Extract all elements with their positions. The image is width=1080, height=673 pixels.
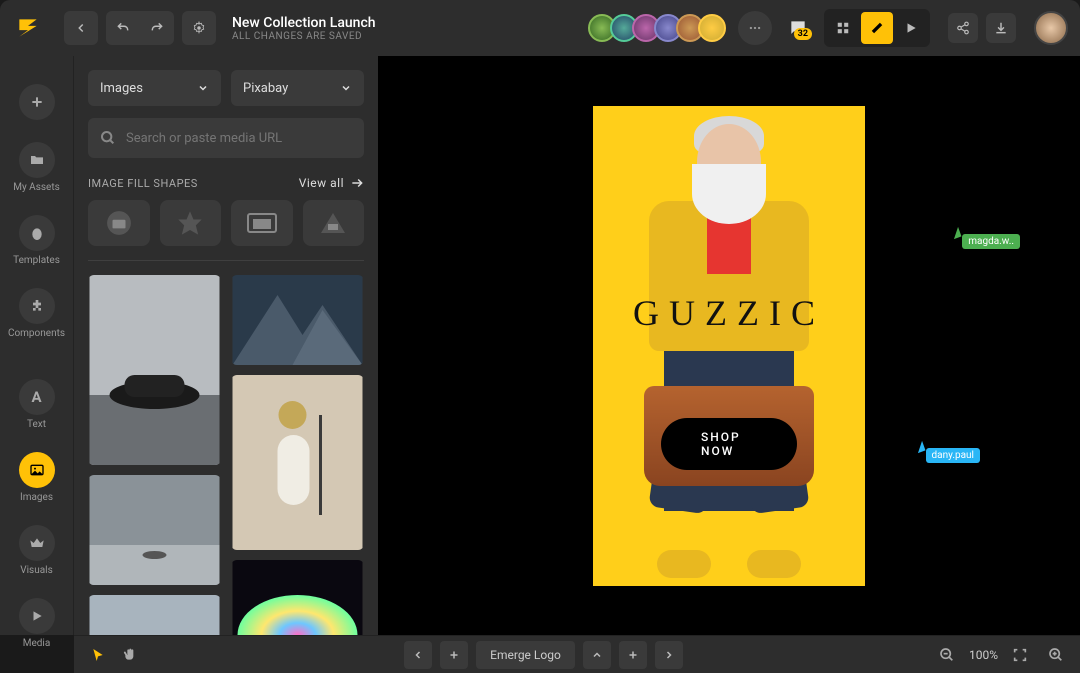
zoom-in-button[interactable] xyxy=(1042,641,1070,669)
image-thumb[interactable] xyxy=(88,475,221,585)
app-logo[interactable] xyxy=(12,12,44,44)
comments-badge: 32 xyxy=(794,28,812,40)
document-title-block: New Collection Launch ALL CHANGES ARE SA… xyxy=(232,15,376,42)
share-button[interactable] xyxy=(948,13,978,43)
hand-tool[interactable] xyxy=(116,641,144,669)
view-mode-tools xyxy=(824,9,930,47)
arrow-right-icon xyxy=(350,176,364,190)
layer-up-button[interactable] xyxy=(583,641,611,669)
avatar[interactable] xyxy=(698,14,726,42)
undo-redo-group xyxy=(106,11,174,45)
nav-components[interactable]: Components xyxy=(9,280,65,347)
comments-button[interactable]: 32 xyxy=(788,18,808,38)
image-thumb[interactable] xyxy=(88,595,221,635)
image-thumb[interactable] xyxy=(88,275,221,465)
folder-icon xyxy=(19,142,55,178)
image-thumb[interactable] xyxy=(231,560,364,635)
fit-screen-button[interactable] xyxy=(1006,641,1034,669)
nav-text[interactable]: A Text xyxy=(9,371,65,438)
search-icon xyxy=(100,130,116,146)
undo-button[interactable] xyxy=(106,11,140,45)
play-button[interactable] xyxy=(895,12,927,44)
settings-button[interactable] xyxy=(182,11,216,45)
nav-media[interactable]: Media xyxy=(9,590,65,657)
text-icon: A xyxy=(19,379,55,415)
brand-text[interactable]: GUZZIC xyxy=(593,292,865,334)
assets-panel: Images Pixabay IMAGE FILL SHAPES View al… xyxy=(74,56,378,635)
egg-icon xyxy=(19,215,55,251)
redo-button[interactable] xyxy=(140,11,174,45)
back-button[interactable] xyxy=(64,11,98,45)
top-bar: New Collection Launch ALL CHANGES ARE SA… xyxy=(0,0,1080,56)
artboard[interactable]: GUZZIC SHOP NOW xyxy=(593,106,865,586)
nav-images[interactable]: Images xyxy=(9,444,65,511)
collaborator-cursor: dany.paul xyxy=(926,448,980,463)
nav-add[interactable] xyxy=(9,76,65,128)
document-title[interactable]: New Collection Launch xyxy=(232,15,376,31)
user-avatar[interactable] xyxy=(1034,11,1068,45)
zoom-level[interactable]: 100% xyxy=(969,648,998,662)
plus-icon xyxy=(19,84,55,120)
puzzle-icon xyxy=(19,288,55,324)
cta-button[interactable]: SHOP NOW xyxy=(661,418,797,470)
canvas[interactable]: GUZZIC SHOP NOW magda.w.. dany.paul xyxy=(378,56,1080,635)
source-dropdown[interactable]: Pixabay xyxy=(231,70,364,106)
search-box[interactable] xyxy=(88,118,364,158)
more-collaborators-button[interactable] xyxy=(738,11,772,45)
search-input[interactable] xyxy=(126,131,352,146)
section-title: IMAGE FILL SHAPES xyxy=(88,177,198,190)
artboard-image xyxy=(593,106,865,586)
grid-view-button[interactable] xyxy=(827,12,859,44)
layer-name[interactable]: Emerge Logo xyxy=(476,641,575,669)
chevron-down-icon xyxy=(197,82,209,94)
shape-star[interactable] xyxy=(160,200,222,246)
image-grid xyxy=(88,275,364,635)
left-sidebar: My Assets Templates Components A Text Im… xyxy=(0,56,74,635)
nav-visuals[interactable]: Visuals xyxy=(9,517,65,584)
download-button[interactable] xyxy=(986,13,1016,43)
pointer-tool[interactable] xyxy=(84,641,112,669)
view-all-link[interactable]: View all xyxy=(299,176,364,190)
shape-triangle[interactable] xyxy=(303,200,365,246)
image-thumb[interactable] xyxy=(231,275,364,365)
category-dropdown[interactable]: Images xyxy=(88,70,221,106)
image-thumb[interactable] xyxy=(231,375,364,550)
collaborator-cursor: magda.w.. xyxy=(962,234,1020,249)
play-icon xyxy=(19,598,55,634)
nav-my-assets[interactable]: My Assets xyxy=(9,134,65,201)
next-layer-button[interactable] xyxy=(655,641,683,669)
add-layer-button[interactable] xyxy=(440,641,468,669)
nav-templates[interactable]: Templates xyxy=(9,207,65,274)
add-layer-button-2[interactable] xyxy=(619,641,647,669)
bottom-bar: Emerge Logo 100% xyxy=(74,635,1080,673)
crown-icon xyxy=(19,525,55,561)
edit-mode-button[interactable] xyxy=(861,12,893,44)
prev-layer-button[interactable] xyxy=(404,641,432,669)
zoom-out-button[interactable] xyxy=(933,641,961,669)
save-status: ALL CHANGES ARE SAVED xyxy=(232,31,376,42)
shape-rect[interactable] xyxy=(231,200,293,246)
shape-circle[interactable] xyxy=(88,200,150,246)
collaborator-avatars[interactable] xyxy=(594,14,726,42)
chevron-down-icon xyxy=(340,82,352,94)
image-icon xyxy=(19,452,55,488)
